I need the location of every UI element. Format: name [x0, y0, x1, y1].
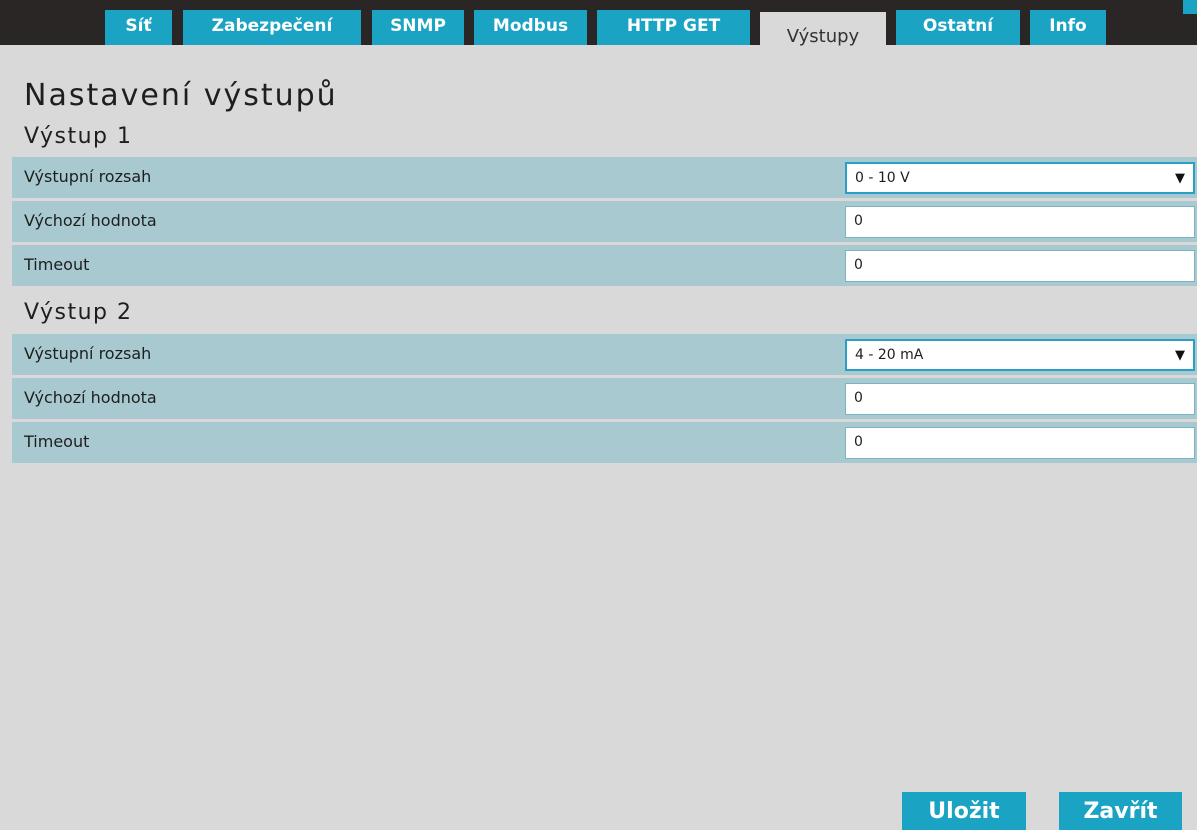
output-2-timeout-value: 0 [854, 434, 863, 450]
corner-accent [1183, 0, 1197, 14]
output-1-timeout-value: 0 [854, 257, 863, 273]
tab-vystupy[interactable]: Výstupy [760, 12, 886, 50]
output-1-default-label: Výchozí hodnota [24, 211, 157, 230]
dropdown-arrow-icon: ▼ [1175, 171, 1185, 186]
dropdown-arrow-icon: ▼ [1175, 348, 1185, 363]
tab-modbus[interactable]: Modbus [474, 10, 587, 45]
output-2-timeout-input[interactable]: 0 [845, 427, 1195, 459]
output-2-range-value: 4 - 20 mA [855, 347, 924, 363]
tab-http-get[interactable]: HTTP GET [597, 10, 750, 45]
tab-snmp[interactable]: SNMP [372, 10, 464, 45]
output-2-timeout-row: Timeout 0 [12, 422, 1197, 463]
tab-ostatni[interactable]: Ostatní [896, 10, 1020, 45]
output-1-default-input[interactable]: 0 [845, 206, 1195, 238]
output-1-default-row: Výchozí hodnota 0 [12, 201, 1197, 242]
output-2-timeout-label: Timeout [24, 432, 90, 451]
output-2-range-row: Výstupní rozsah 4 - 20 mA ▼ [12, 334, 1197, 375]
output-1-timeout-row: Timeout 0 [12, 245, 1197, 286]
output-2-range-select[interactable]: 4 - 20 mA ▼ [845, 339, 1195, 371]
output-1-range-row: Výstupní rozsah 0 - 10 V ▼ [12, 157, 1197, 198]
output-2-range-label: Výstupní rozsah [24, 344, 152, 363]
output-1-range-label: Výstupní rozsah [24, 167, 152, 186]
tab-info[interactable]: Info [1030, 10, 1106, 45]
output-2-default-value: 0 [854, 390, 863, 406]
close-button[interactable]: Zavřít [1059, 792, 1182, 830]
output-1-timeout-input[interactable]: 0 [845, 250, 1195, 282]
section-title-output-2: Výstup 2 [24, 300, 133, 325]
output-2-default-row: Výchozí hodnota 0 [12, 378, 1197, 419]
save-button[interactable]: Uložit [902, 792, 1026, 830]
page-title: Nastavení výstupů [24, 78, 338, 113]
output-1-timeout-label: Timeout [24, 255, 90, 274]
section-title-output-1: Výstup 1 [24, 124, 133, 149]
output-1-range-select[interactable]: 0 - 10 V ▼ [845, 162, 1195, 194]
tab-sit[interactable]: Síť [105, 10, 172, 45]
output-1-default-value: 0 [854, 213, 863, 229]
output-2-default-label: Výchozí hodnota [24, 388, 157, 407]
output-1-range-value: 0 - 10 V [855, 170, 910, 186]
output-2-default-input[interactable]: 0 [845, 383, 1195, 415]
tab-zabezpeceni[interactable]: Zabezpečení [183, 10, 361, 45]
